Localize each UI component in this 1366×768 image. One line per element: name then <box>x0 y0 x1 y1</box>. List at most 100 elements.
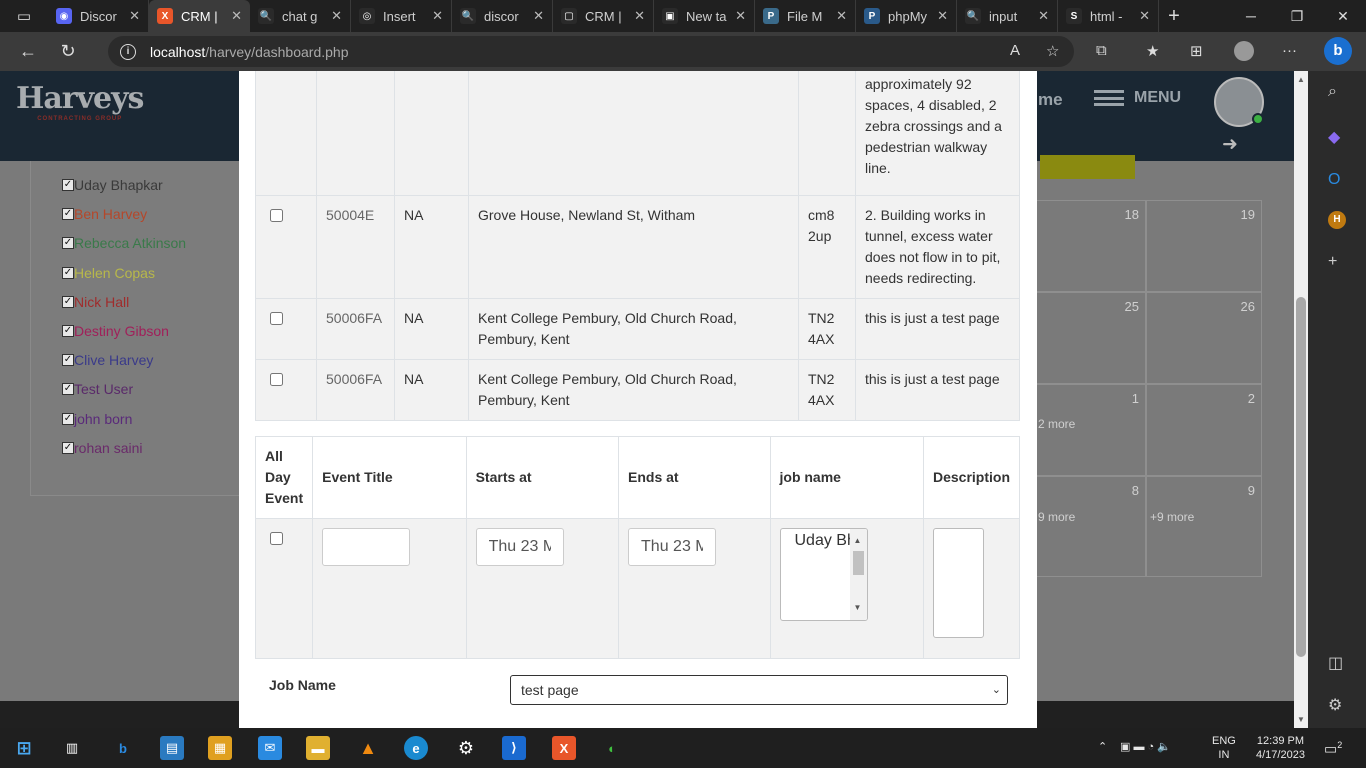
user-filter-item[interactable]: ✓ Uday Bhapkar <box>62 177 163 193</box>
tab-5[interactable]: ▢ CRM | ✕ <box>553 0 654 32</box>
start-icon[interactable]: ⊞ <box>12 736 36 760</box>
sidebar-toggle-icon[interactable]: ◫ <box>1328 653 1343 673</box>
scroll-down-icon[interactable]: ▼ <box>1297 715 1305 724</box>
bing-icon[interactable]: b <box>111 736 135 760</box>
calendar-day[interactable]: 19 <box>1146 200 1262 292</box>
calendar-more-link[interactable]: 9 more <box>1038 510 1075 524</box>
calendar-day[interactable]: 25 <box>1036 292 1146 384</box>
restore-icon[interactable]: ❐ <box>1274 0 1320 32</box>
calendar-day[interactable]: 9 <box>1146 476 1262 577</box>
mail-icon[interactable]: ✉ <box>258 736 282 760</box>
calendar-event[interactable] <box>1040 155 1135 179</box>
notifications-icon[interactable]: ▭2 <box>1324 738 1342 756</box>
tab-6[interactable]: ▣ New ta ✕ <box>654 0 755 32</box>
profile-icon[interactable] <box>1234 41 1254 61</box>
calendar-more-link[interactable]: 2 more <box>1038 417 1075 431</box>
scroll-thumb[interactable] <box>852 551 864 575</box>
tab-close-icon[interactable]: ✕ <box>735 8 746 24</box>
avatar[interactable] <box>1214 77 1264 127</box>
tab-7[interactable]: P File M ✕ <box>755 0 856 32</box>
calendar-day[interactable]: 26 <box>1146 292 1262 384</box>
scroll-up-icon[interactable]: ▲ <box>1297 75 1305 84</box>
row-checkbox[interactable] <box>270 312 283 325</box>
tab-close-icon[interactable]: ✕ <box>533 8 544 24</box>
user-checkbox[interactable]: ✓ <box>62 325 74 337</box>
xampp-icon[interactable]: X <box>552 736 576 760</box>
page-scrollbar[interactable]: ▲ ▼ <box>1294 71 1308 728</box>
user-filter-item[interactable]: ✓ Nick Hall <box>62 294 129 310</box>
user-filter-item[interactable]: ✓ Helen Copas <box>62 265 155 281</box>
favorite-add-icon[interactable]: ☆ <box>1046 42 1059 60</box>
calendar-day[interactable]: 2 <box>1146 384 1262 476</box>
collections-icon[interactable]: ⊞ <box>1190 42 1203 60</box>
refresh-icon[interactable]: ↻ <box>48 41 88 62</box>
user-checkbox[interactable]: ✓ <box>62 237 74 250</box>
file-explorer-icon[interactable]: ▬ <box>306 736 330 760</box>
multiselect-scrollbar[interactable]: ▲ ▼ <box>849 529 867 620</box>
tab-0[interactable]: ◉ Discor ✕ <box>48 0 149 32</box>
all-day-checkbox[interactable] <box>270 532 283 545</box>
vscode-icon[interactable]: ⟩ <box>502 736 526 760</box>
user-checkbox[interactable]: ✓ <box>62 441 74 454</box>
tab-9[interactable]: 🔍 input ✕ <box>957 0 1058 32</box>
user-checkbox[interactable]: ✓ <box>62 295 74 308</box>
language-indicator[interactable]: ENG IN <box>1212 734 1236 762</box>
user-filter-item[interactable]: ✓ Rebecca Atkinson <box>62 235 186 251</box>
edge-icon[interactable]: e <box>404 736 428 760</box>
job-option[interactable]: Uday Bh <box>795 531 851 551</box>
add-app-icon[interactable]: + <box>1328 253 1337 271</box>
bing-copilot-icon[interactable]: b <box>1324 37 1352 65</box>
search-icon[interactable]: ⌕ <box>1328 83 1337 101</box>
tab-actions-icon[interactable]: ▭ <box>0 0 48 32</box>
url-field[interactable]: i localhost/harvey/dashboard.php <box>108 36 1074 67</box>
copilot-icon[interactable]: ◆ <box>1328 127 1340 147</box>
user-filter-item[interactable]: ✓ rohan saini <box>62 440 143 456</box>
tab-2[interactable]: 🔍 chat g ✕ <box>250 0 351 32</box>
calendar-day[interactable]: 8 <box>1036 476 1146 577</box>
job-name-select[interactable]: test page ⌄ <box>510 675 1008 705</box>
clock[interactable]: 12:39 PM 4/17/2023 <box>1256 734 1305 762</box>
user-filter-item[interactable]: ✓ Clive Harvey <box>62 352 153 368</box>
site-info-icon[interactable]: i <box>120 43 136 60</box>
tab-close-icon[interactable]: ✕ <box>836 8 847 24</box>
user-checkbox[interactable]: ✓ <box>62 354 74 367</box>
row-checkbox[interactable] <box>270 209 283 222</box>
logout-icon[interactable]: ➜ <box>1222 133 1238 156</box>
job-name-multiselect[interactable]: Uday BhBen HaRebecHelenNick Ha ▲ ▼ <box>779 528 868 621</box>
calendar-day[interactable]: 18 <box>1036 200 1146 292</box>
user-checkbox[interactable]: ✓ <box>62 383 74 396</box>
event-title-input[interactable] <box>322 528 411 566</box>
user-checkbox[interactable]: ✓ <box>62 179 74 191</box>
settings-app-icon[interactable]: ⚙ <box>454 736 478 760</box>
favorites-icon[interactable]: ★ <box>1146 42 1159 60</box>
tab-close-icon[interactable]: ✕ <box>331 8 342 24</box>
tab-10[interactable]: Shtml - ✕ <box>1058 0 1159 32</box>
close-window-icon[interactable]: ✕ <box>1320 0 1366 32</box>
tab-close-icon[interactable]: ✕ <box>937 8 948 24</box>
tab-close-icon[interactable]: ✕ <box>129 8 140 24</box>
back-icon[interactable]: ← <box>8 41 48 62</box>
user-filter-item[interactable]: ✓ Test User <box>62 381 133 397</box>
user-checkbox[interactable]: ✓ <box>62 412 74 425</box>
starts-at-input[interactable] <box>475 528 564 566</box>
tab-close-icon[interactable]: ✕ <box>432 8 443 24</box>
tray-chevron-icon[interactable]: ⌃ <box>1098 740 1107 754</box>
tab-1[interactable]: X CRM | ✕ <box>149 0 250 32</box>
tray-icons[interactable]: ▣ ▬ ◔ 🔈 <box>1120 740 1171 754</box>
store-icon[interactable]: ▦ <box>208 736 232 760</box>
network-app-icon[interactable]: ◐ <box>600 736 624 760</box>
ends-at-input[interactable] <box>628 528 717 566</box>
user-filter-item[interactable]: ✓ john born <box>62 411 132 427</box>
description-textarea[interactable] <box>932 528 984 638</box>
outlook-icon[interactable]: O <box>1328 171 1340 189</box>
row-checkbox[interactable] <box>270 373 283 386</box>
user-checkbox[interactable]: ✓ <box>62 266 74 279</box>
read-aloud-icon[interactable]: A <box>1010 42 1020 59</box>
user-filter-item[interactable]: ✓ Ben Harvey <box>62 206 147 222</box>
tab-close-icon[interactable]: ✕ <box>231 8 242 24</box>
task-view-icon[interactable]: ▥ <box>60 736 84 760</box>
new-tab-button[interactable]: + <box>1159 5 1189 28</box>
user-filter-item[interactable]: ✓ Destiny Gibson <box>62 323 169 339</box>
menu-button[interactable]: MENU <box>1094 89 1181 107</box>
h-app-icon[interactable]: H <box>1328 211 1346 229</box>
